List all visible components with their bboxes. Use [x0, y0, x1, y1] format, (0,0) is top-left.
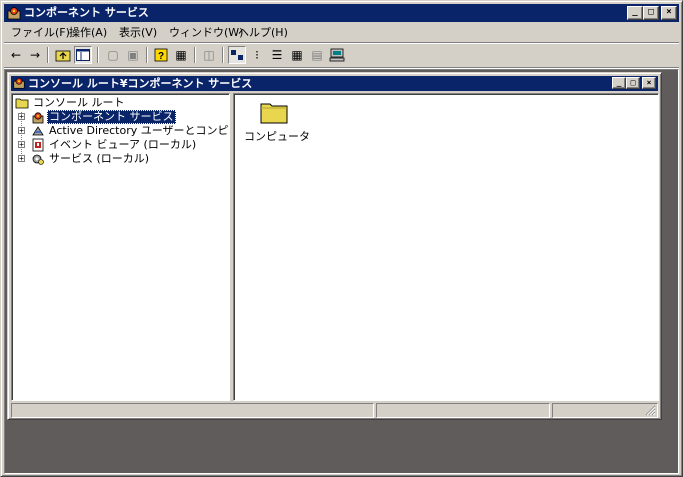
console-child-window: コンソール ルート¥コンポーネント サービス _ □ × コンソール ルート +	[7, 72, 662, 420]
main-titlebar[interactable]: コンポーネント サービス _ □ ×	[4, 4, 679, 22]
status-cell	[552, 403, 658, 418]
child-titlebar[interactable]: コンソール ルート¥コンポーネント サービス _ □ ×	[11, 76, 658, 91]
menu-help[interactable]: ヘルプ(H)	[235, 24, 291, 41]
status-bar	[11, 403, 658, 418]
back-icon[interactable]: ←	[7, 46, 25, 64]
window-title: コンポーネント サービス	[24, 6, 149, 19]
menu-file[interactable]: ファイル(F)	[8, 24, 73, 41]
services-gear-icon	[32, 154, 44, 165]
status-cell-main	[11, 403, 374, 418]
expand-icon[interactable]: +	[18, 113, 25, 121]
tree-item[interactable]: + コンポーネント サービス	[12, 110, 227, 124]
close-button[interactable]: ×	[661, 6, 677, 20]
child-window-title: コンソール ルート¥コンポーネント サービス	[28, 77, 253, 90]
event-viewer-icon	[32, 138, 44, 152]
list-view-icon[interactable]: ☰	[268, 46, 286, 64]
minimize-button[interactable]: _	[627, 6, 643, 20]
result-pane[interactable]: コンピュータ	[233, 93, 659, 401]
new-window-icon[interactable]: ◫	[200, 46, 218, 64]
main-window: コンポーネント サービス _ □ × ファイル(F) 操作(A) 表示(V) ウ…	[0, 0, 683, 477]
child-caption-buttons: _ □ ×	[612, 77, 656, 91]
tree-item-label: コンポーネント サービス	[47, 110, 176, 124]
child-maximize-button[interactable]: □	[626, 77, 640, 89]
properties-icon[interactable]: ▢	[104, 46, 122, 64]
toolbar-separator	[222, 47, 224, 63]
forward-icon[interactable]: →	[26, 46, 44, 64]
menubar: ファイル(F) 操作(A) 表示(V) ウィンドウ(W) ヘルプ(H)	[4, 24, 679, 41]
mdi-client-area: コンソール ルート¥コンポーネント サービス _ □ × コンソール ルート +	[4, 69, 679, 474]
component-services-icon	[7, 7, 21, 20]
tree-item[interactable]: + Active Directory ユーザーとコンピュータ	[12, 124, 229, 138]
maximize-button[interactable]: □	[643, 6, 659, 20]
svg-text:?: ?	[158, 51, 164, 62]
child-minimize-button[interactable]: _	[612, 77, 626, 89]
resize-grip-icon[interactable]	[645, 405, 656, 416]
toolbar-separator	[97, 47, 99, 63]
folder-icon	[15, 98, 29, 109]
toolbar-separator	[194, 47, 196, 63]
caption-buttons: _ □ ×	[627, 6, 677, 20]
expand-icon[interactable]: +	[18, 141, 25, 149]
detail-view-icon[interactable]: ▦	[288, 46, 306, 64]
status-cell	[376, 403, 550, 418]
component-services-icon	[13, 77, 25, 89]
tree-pane[interactable]: コンソール ルート + コンポーネント サービス + Active Direct…	[11, 93, 230, 401]
up-folder-icon[interactable]	[54, 46, 72, 64]
tree-item[interactable]: + イベント ビューア (ローカル)	[12, 138, 227, 152]
folder-icon	[260, 103, 288, 124]
active-directory-icon	[32, 126, 44, 136]
expand-icon[interactable]: +	[18, 127, 25, 135]
toolbar-separator	[47, 47, 49, 63]
tree-item-label: Active Directory ユーザーとコンピュータ	[49, 124, 229, 137]
tree-item-label: サービス (ローカル)	[49, 152, 150, 165]
export-list-icon[interactable]: ▣	[124, 46, 142, 64]
toolbar: ← → ▢ ▣ ? ▦ ◫ ⁝ ☰ ▦ ▤	[4, 44, 679, 66]
status-view-icon[interactable]: ▤	[308, 46, 326, 64]
menu-view[interactable]: 表示(V)	[116, 24, 160, 41]
large-icons-icon[interactable]	[228, 46, 246, 64]
expand-icon[interactable]: +	[18, 155, 25, 163]
component-services-icon	[32, 112, 44, 124]
tree-root-label: コンソール ルート	[33, 96, 125, 109]
menu-action[interactable]: 操作(A)	[66, 24, 110, 41]
folder-label: コンピュータ	[244, 130, 310, 143]
tree-item[interactable]: + サービス (ローカル)	[12, 152, 227, 166]
toolbar-separator	[146, 47, 148, 63]
action-icon[interactable]: ▦	[172, 46, 190, 64]
computer-icon[interactable]	[328, 46, 346, 64]
child-close-button[interactable]: ×	[642, 77, 656, 89]
small-icons-icon[interactable]: ⁝	[248, 46, 266, 64]
tree-item-label: イベント ビューア (ローカル)	[49, 138, 197, 151]
show-hide-tree-icon[interactable]	[74, 46, 92, 64]
help-icon[interactable]: ?	[152, 46, 170, 64]
computers-folder-item[interactable]: コンピュータ	[244, 100, 310, 144]
